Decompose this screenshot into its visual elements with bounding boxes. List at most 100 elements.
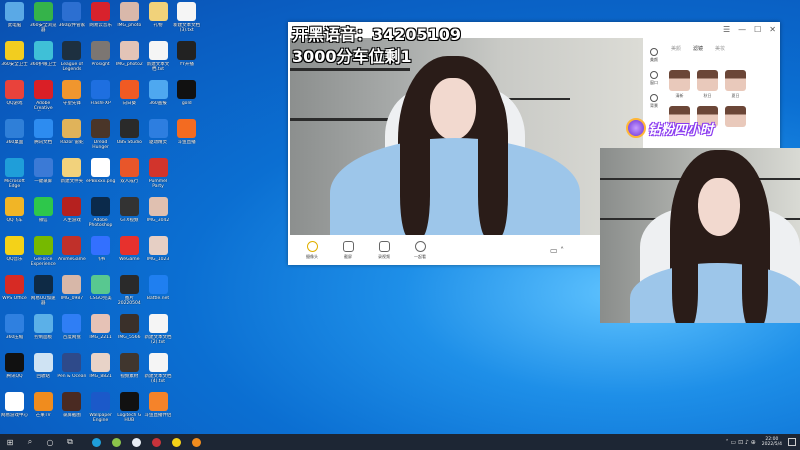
- tab-beauty[interactable]: 美颜: [671, 45, 681, 52]
- desktop-icon[interactable]: 360画报: [144, 80, 173, 106]
- desktop-icon[interactable]: Battle.net: [144, 275, 173, 301]
- desktop-icon[interactable]: WPS Office: [0, 275, 29, 301]
- desktop-icon[interactable]: 360护眼卫士: [29, 41, 58, 67]
- side-window[interactable]: 窗口: [647, 71, 661, 86]
- desktop-icon[interactable]: QQ游戏: [0, 80, 29, 106]
- desktop-icon[interactable]: Dread Hunger: [86, 119, 115, 150]
- desktop-icon[interactable]: 360桌面: [0, 119, 29, 145]
- desktop-icon[interactable]: AnimeGame: [57, 236, 86, 262]
- desktop-icon[interactable]: 视频素材: [115, 353, 144, 379]
- desktop-icon[interactable]: 斗鱼直播伴侣: [144, 392, 173, 418]
- desktop-icon[interactable]: QQ音乐: [0, 236, 29, 262]
- desktop-icon[interactable]: Prosight: [86, 41, 115, 67]
- desktop-icon[interactable]: Pummel Party: [144, 158, 173, 189]
- desktop-icon[interactable]: IMG_0987: [57, 275, 86, 301]
- desktop-icon[interactable]: 腾讯文档: [29, 119, 58, 145]
- side-beauty[interactable]: 美颜: [647, 48, 661, 63]
- desktop-icon[interactable]: 网易UU加速器: [29, 275, 58, 306]
- desktop-icon[interactable]: YY开播: [172, 41, 201, 67]
- desktop-icon[interactable]: 360安全浏览器: [29, 2, 58, 33]
- desktop-icon[interactable]: 控制面板: [29, 314, 58, 340]
- close-button[interactable]: ✕: [769, 25, 776, 34]
- desktop-icon[interactable]: GeForce Experience: [29, 236, 58, 267]
- watch-together-button[interactable]: 一起看: [410, 240, 430, 260]
- tray-icons[interactable]: ˄ ▭ ⊡ ♪ ⊕: [726, 439, 756, 446]
- desktop-icon[interactable]: 此电脑: [0, 2, 29, 28]
- desktop-icon[interactable]: 向日葵: [115, 80, 144, 106]
- desktop-icon[interactable]: 网易游戏中心: [0, 392, 29, 418]
- menu-button[interactable]: ☰: [723, 25, 730, 34]
- desktop-icon[interactable]: 回收站: [29, 353, 58, 379]
- notification-icon[interactable]: [788, 438, 796, 446]
- desktop-icon[interactable]: 360安全卫士: [0, 41, 29, 67]
- desktop-icon[interactable]: QQ飞车: [0, 197, 29, 223]
- desktop-icon[interactable]: GTX视频: [115, 197, 144, 223]
- desktop-icon[interactable]: Microsoft Edge: [0, 158, 29, 189]
- desktop-icon[interactable]: Pen & Ocean: [57, 353, 86, 379]
- taskbar-app[interactable]: [126, 434, 146, 450]
- taskbar-app[interactable]: [186, 434, 206, 450]
- desktop-icon[interactable]: FlashFXP: [86, 80, 115, 106]
- desktop-icon[interactable]: WeGame: [115, 236, 144, 262]
- desktop-icon[interactable]: 驱动精灵: [144, 119, 173, 145]
- desktop-icon[interactable]: gold: [172, 80, 201, 106]
- desktop-icon[interactable]: 网易云音乐: [86, 2, 115, 28]
- tab-makeup[interactable]: 美妆: [715, 45, 725, 52]
- desktop-icon[interactable]: 双人成行: [115, 158, 144, 184]
- desktop-icon[interactable]: 图片 20220504: [115, 275, 144, 306]
- desktop-icon[interactable]: 新建文本文档(4).txt: [144, 353, 173, 384]
- desktop-icon[interactable]: 一键录屏: [29, 158, 58, 184]
- search-button[interactable]: ⌕: [20, 434, 40, 450]
- desktop-icon[interactable]: IMG_3042: [144, 197, 173, 223]
- desktop-icon[interactable]: OBS Studio: [115, 119, 144, 145]
- task-view-button[interactable]: ⧉: [60, 434, 80, 450]
- screenshot-button[interactable]: 截屏: [338, 240, 358, 260]
- desktop-icon[interactable]: IMG_5566: [115, 314, 144, 340]
- desktop-icon[interactable]: Adobe Photoshop: [86, 197, 115, 228]
- taskbar-app[interactable]: [146, 434, 166, 450]
- desktop-icon[interactable]: ePBxxxx.png: [86, 158, 115, 184]
- desktop-icon[interactable]: 芒果TV: [29, 392, 58, 418]
- desktop-icon[interactable]: 360软件管家: [57, 2, 86, 28]
- start-button[interactable]: ⊞: [0, 434, 20, 450]
- desktop-icon[interactable]: IMG_photo2: [115, 41, 144, 67]
- filter-thumb[interactable]: [669, 70, 690, 91]
- desktop-icon[interactable]: Wallpaper Engine: [86, 392, 115, 423]
- desktop-icon[interactable]: 百度网盘: [57, 314, 86, 340]
- desktop-icon[interactable]: 礼物: [144, 2, 173, 28]
- desktop-icon[interactable]: CSGO完美: [86, 275, 115, 301]
- desktop-icon[interactable]: 新建文本文档(2).txt: [144, 314, 173, 345]
- camera-button[interactable]: 摄像头: [302, 240, 322, 260]
- desktop-icon[interactable]: 新建文本文档(3).txt: [172, 2, 201, 33]
- desktop-icon[interactable]: IMG_photo: [115, 2, 144, 28]
- desktop-icon[interactable]: Razor 雷蛇: [57, 119, 86, 145]
- desktop-icon[interactable]: 腾讯QQ: [0, 353, 29, 379]
- clock[interactable]: 22:00 2022/5/4: [762, 437, 782, 447]
- maximize-button[interactable]: ☐: [754, 25, 761, 34]
- desktop-icon[interactable]: League of Legends: [57, 41, 86, 72]
- desktop-icon[interactable]: Adobe Creative Cloud: [29, 80, 58, 111]
- minimize-button[interactable]: —: [738, 25, 746, 34]
- filter-thumb[interactable]: [725, 70, 746, 91]
- desktop-icon[interactable]: IMG_8821: [86, 353, 115, 379]
- taskbar-app[interactable]: [106, 434, 126, 450]
- tab-filter[interactable]: 滤镜: [693, 45, 703, 52]
- taskbar-app[interactable]: [166, 434, 186, 450]
- filter-thumb[interactable]: [697, 70, 718, 91]
- desktop-icon[interactable]: 录屏截图: [57, 392, 86, 418]
- desktop-icon[interactable]: IMG_1023: [144, 236, 173, 262]
- desktop-icon[interactable]: IMG_2211: [86, 314, 115, 340]
- camera-select[interactable]: ▭ ˄: [550, 246, 564, 255]
- desktop-icon[interactable]: 新建文件夹: [57, 158, 86, 184]
- desktop-icon[interactable]: 360压缩: [0, 314, 29, 340]
- desktop-icon[interactable]: 人生游戏: [57, 197, 86, 223]
- desktop-icon[interactable]: 守望先锋: [57, 80, 86, 106]
- desktop-icon[interactable]: 斗鱼直播: [172, 119, 201, 145]
- desktop-icon[interactable]: 飞书: [86, 236, 115, 262]
- cortana-button[interactable]: ○: [40, 434, 60, 450]
- side-background[interactable]: 背景: [647, 94, 661, 109]
- desktop-icon[interactable]: 新建文本文档.txt: [144, 41, 173, 72]
- desktop-icon[interactable]: Logitech G HUB: [115, 392, 144, 423]
- filter-thumb[interactable]: [725, 106, 746, 127]
- record-button[interactable]: 录视频: [374, 240, 394, 260]
